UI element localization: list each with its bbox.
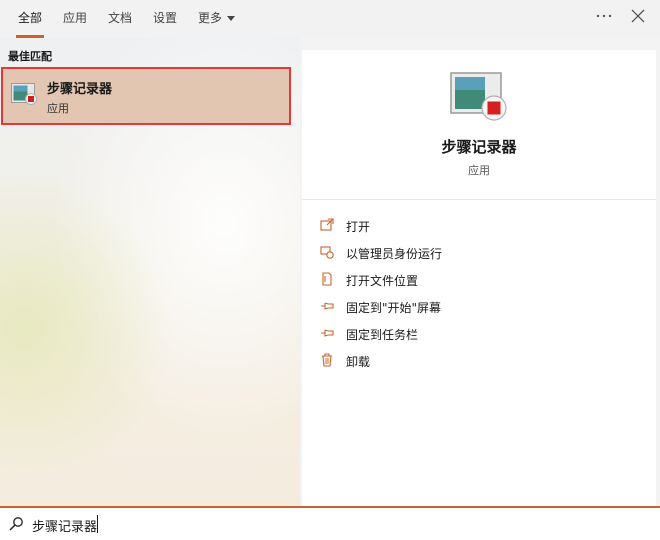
trash-icon <box>322 353 332 367</box>
text-cursor <box>97 515 98 533</box>
tab-documents[interactable]: 文档 <box>108 0 132 38</box>
search-bar[interactable]: 步骤记录器 <box>0 506 660 540</box>
action-pin-to-start-label: 固定到"开始"屏幕 <box>346 301 442 315</box>
admin-shield-icon <box>320 246 334 259</box>
search-input[interactable]: 步骤记录器 <box>32 516 97 535</box>
best-match-type: 应用 <box>47 102 69 115</box>
section-title-best-match: 最佳匹配 <box>8 50 52 63</box>
more-options-icon[interactable] <box>594 6 614 26</box>
action-open-label: 打开 <box>346 220 371 234</box>
action-pin-to-start[interactable]: 固定到"开始"屏幕 <box>318 297 638 319</box>
chevron-down-icon <box>227 16 236 21</box>
best-match-name: 步骤记录器 <box>47 82 113 97</box>
action-pin-to-taskbar-label: 固定到任务栏 <box>346 328 419 342</box>
best-match-item[interactable]: 步骤记录器 应用 <box>1 67 291 125</box>
close-icon[interactable] <box>630 8 646 24</box>
action-open-file-location-label: 打开文件位置 <box>346 274 419 288</box>
search-icon <box>9 517 23 531</box>
action-open-file-location[interactable]: 打开文件位置 <box>318 270 638 292</box>
tab-more-label: 更多 <box>198 11 223 25</box>
file-location-icon <box>322 272 332 286</box>
open-icon <box>320 218 334 231</box>
action-run-as-admin[interactable]: 以管理员身份运行 <box>318 243 638 265</box>
detail-panel: 步骤记录器 应用 打开 以管理员身份运行 打开文件位置 固定到"开始"屏幕 固定… <box>302 50 656 506</box>
action-uninstall[interactable]: 卸载 <box>318 351 638 373</box>
steps-recorder-app-icon-large <box>450 72 507 121</box>
steps-recorder-app-icon <box>11 83 37 105</box>
action-uninstall-label: 卸载 <box>346 355 371 369</box>
tab-settings[interactable]: 设置 <box>153 0 177 38</box>
pin-icon <box>321 302 334 310</box>
detail-app-type: 应用 <box>468 164 490 177</box>
action-open[interactable]: 打开 <box>318 216 638 238</box>
tab-apps[interactable]: 应用 <box>63 0 87 38</box>
pin-icon <box>321 329 334 337</box>
action-pin-to-taskbar[interactable]: 固定到任务栏 <box>318 324 638 346</box>
divider <box>302 199 656 200</box>
detail-app-name: 步骤记录器 <box>441 138 517 156</box>
filter-tab-bar: 全部 应用 文档 设置 更多 <box>0 0 660 38</box>
tab-all[interactable]: 全部 <box>15 0 45 38</box>
results-panel: 最佳匹配 步骤记录器 应用 <box>0 38 300 506</box>
action-run-as-admin-label: 以管理员身份运行 <box>346 247 443 261</box>
tab-more[interactable]: 更多 <box>198 0 236 38</box>
